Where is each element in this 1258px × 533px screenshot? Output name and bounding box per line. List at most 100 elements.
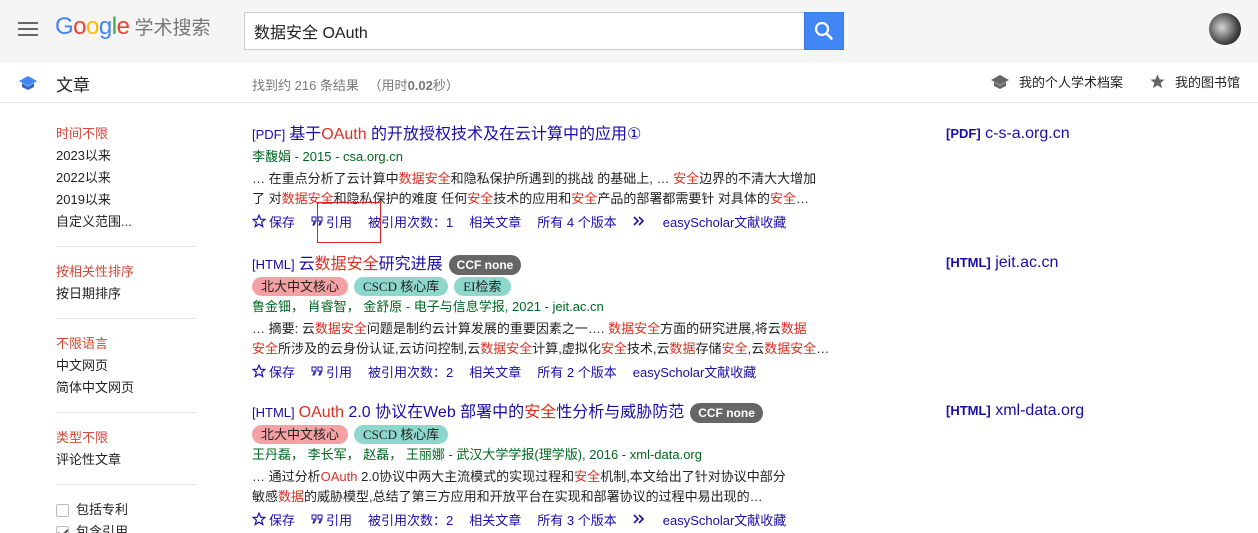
result-time-value: 0.02 bbox=[407, 78, 433, 93]
section-title: 文章 bbox=[56, 76, 90, 95]
search-button[interactable] bbox=[804, 12, 844, 50]
snippet-line: … 在重点分析了云计算中数据安全和隐私保护所遇到的挑战 的基础上, … 安全边界… bbox=[252, 171, 817, 186]
filter-any-time[interactable]: 时间不限 bbox=[56, 123, 206, 145]
sidebar-divider bbox=[56, 246, 196, 247]
save-button[interactable]: 保存 bbox=[252, 362, 295, 381]
user-avatar[interactable] bbox=[1209, 13, 1241, 45]
save-button[interactable]: 保存 bbox=[252, 212, 295, 231]
cite-button[interactable]: 引用 bbox=[311, 510, 352, 529]
result-time-close: 秒） bbox=[432, 78, 459, 93]
journal-badges: 北大中文核心 CSCD 核心库 EI检索 bbox=[252, 277, 912, 296]
result-snippet: … 通过分析OAuth 2.0协议中两大主流模式的实现过程和安全机制,本文给出了… bbox=[252, 467, 832, 507]
filter-since-2023[interactable]: 2023以来 bbox=[56, 145, 206, 167]
lang-any[interactable]: 不限语言 bbox=[56, 333, 206, 355]
sidebar-divider bbox=[56, 412, 196, 413]
time-filter-group: 时间不限 2023以来 2022以来 2019以来 自定义范围... bbox=[56, 123, 206, 233]
result-title[interactable]: [PDF] 基于OAuth 的开放授权技术及在云计算中的应用① bbox=[252, 124, 912, 146]
result-title-text[interactable]: OAuth 2.0 协议在Web 部署中的安全性分析与威胁防范 bbox=[299, 402, 685, 424]
logo-google-e: e bbox=[116, 13, 130, 40]
ccf-badge: CCF none bbox=[690, 403, 763, 423]
cited-by-link[interactable]: 被引用次数：2 bbox=[368, 510, 453, 529]
filter-since-2019[interactable]: 2019以来 bbox=[56, 189, 206, 211]
all-versions-link[interactable]: 所有 4 个版本 bbox=[537, 212, 616, 231]
badge-pku-core: 北大中文核心 bbox=[252, 425, 349, 444]
lang-simplified-chinese[interactable]: 简体中文网页 bbox=[56, 377, 206, 399]
search-input[interactable] bbox=[244, 12, 805, 50]
include-patents-label: 包括专利 bbox=[76, 502, 129, 517]
cited-by-link[interactable]: 被引用次数：2 bbox=[368, 362, 453, 381]
related-articles-link[interactable]: 相关文章 bbox=[469, 362, 521, 381]
logo-google-o1: o bbox=[73, 13, 87, 40]
snippet-line: … 摘要: 云数据安全问题是制约云计算发展的重要因素之一…. 数据安全方面的研究… bbox=[252, 321, 807, 336]
more-options-button[interactable] bbox=[633, 215, 647, 227]
star-outline-icon bbox=[252, 512, 266, 526]
result-count: 找到约 216 条结果 （用时0.02秒） bbox=[252, 75, 459, 94]
include-citations-checkbox[interactable]: 包含引用 bbox=[56, 521, 206, 533]
google-scholar-logo[interactable]: G o o g l e 学术搜索 bbox=[55, 13, 210, 45]
result-authors: 鲁金钿， 肖睿智， 金舒原 - 电子与信息学报, 2021 - jeit.ac.… bbox=[252, 299, 604, 314]
all-versions-link[interactable]: 所有 3 个版本 bbox=[537, 510, 616, 529]
badge-pku-core: 北大中文核心 bbox=[252, 277, 349, 296]
result-actions: 保存 引用 被引用次数：2 相关文章 所有 2 个版本 easyScholar文… bbox=[252, 361, 912, 381]
filter-custom-range[interactable]: 自定义范围... bbox=[56, 211, 206, 233]
full-text-link[interactable]: [HTML] jeit.ac.cn bbox=[946, 254, 1058, 272]
snippet-line: 安全所涉及的云身份认证,云访问控制,云数据安全计算,虚拟化安全技术,云数据存储安… bbox=[252, 341, 830, 356]
checkbox-unchecked[interactable] bbox=[56, 503, 69, 517]
save-button[interactable]: 保存 bbox=[252, 510, 295, 529]
type-review[interactable]: 评论性文章 bbox=[56, 449, 206, 471]
related-articles-link[interactable]: 相关文章 bbox=[469, 212, 521, 231]
easyscholar-collect-link[interactable]: easyScholar文献收藏 bbox=[663, 212, 787, 231]
badge-cscd: CSCD 核心库 bbox=[354, 277, 449, 296]
my-profile-link[interactable]: 我的个人学术档案 bbox=[990, 72, 1123, 91]
filter-since-2022[interactable]: 2022以来 bbox=[56, 167, 206, 189]
result-time-open: （用时 bbox=[368, 78, 408, 93]
checkbox-checked[interactable] bbox=[56, 525, 69, 533]
hamburger-menu-icon[interactable] bbox=[18, 22, 38, 36]
star-outline-icon bbox=[252, 214, 266, 228]
full-text-link[interactable]: [PDF] c-s-a.org.cn bbox=[946, 125, 1070, 143]
badge-cscd: CSCD 核心库 bbox=[354, 425, 449, 444]
scholar-cap-icon bbox=[19, 76, 37, 90]
result-authors: 王丹磊， 李长军， 赵磊， 王丽娜 - 武汉大学学报(理学版), 2016 - … bbox=[252, 447, 702, 462]
result-authors: 李馥娟 - 2015 - csa.org.cn bbox=[252, 149, 403, 164]
easyscholar-collect-link[interactable]: easyScholar文献收藏 bbox=[663, 510, 787, 529]
more-options-button[interactable] bbox=[633, 513, 647, 525]
quote-icon bbox=[311, 514, 323, 524]
logo-google-o2: o bbox=[86, 13, 99, 40]
cite-button[interactable]: 引用 bbox=[311, 362, 352, 381]
result-format-tag: [HTML] bbox=[252, 405, 295, 420]
sidebar-divider bbox=[56, 318, 196, 319]
journal-badges: 北大中文核心 CSCD 核心库 bbox=[252, 425, 912, 444]
full-text-link[interactable]: [HTML] xml-data.org bbox=[946, 402, 1084, 420]
result-title[interactable]: [HTML] 云数据安全研究进展 CCF none bbox=[252, 254, 912, 276]
easyscholar-collect-link[interactable]: easyScholar文献收藏 bbox=[633, 362, 757, 381]
result-format-tag: [HTML] bbox=[252, 257, 295, 272]
result-title-text[interactable]: 基于OAuth 的开放授权技术及在云计算中的应用① bbox=[289, 124, 641, 146]
result-title-text[interactable]: 云数据安全研究进展 bbox=[299, 254, 443, 276]
my-profile-label: 我的个人学术档案 bbox=[1019, 75, 1124, 90]
result-actions: 保存 引用 被引用次数：2 相关文章 所有 3 个版本 easyScholar文… bbox=[252, 509, 912, 529]
result-count-text: 找到约 216 条结果 bbox=[252, 78, 359, 93]
result-title[interactable]: [HTML] OAuth 2.0 协议在Web 部署中的安全性分析与威胁防范 C… bbox=[252, 402, 912, 424]
sort-by-date[interactable]: 按日期排序 bbox=[56, 283, 206, 305]
type-group: 类型不限 评论性文章 bbox=[56, 427, 206, 471]
double-chevron-icon bbox=[633, 514, 644, 524]
ccf-badge: CCF none bbox=[448, 255, 522, 275]
cite-highlight-box bbox=[317, 202, 381, 243]
top-bar: G o o g l e 学术搜索 bbox=[0, 0, 1258, 63]
star-outline-icon bbox=[252, 364, 266, 378]
sidebar-divider bbox=[56, 484, 196, 485]
type-any[interactable]: 类型不限 bbox=[56, 427, 206, 449]
sub-bar: 文章 找到约 216 条结果 （用时0.02秒） 我的个人学术档案 我的图书馆 bbox=[0, 63, 1258, 103]
sort-by-relevance[interactable]: 按相关性排序 bbox=[56, 261, 206, 283]
related-articles-link[interactable]: 相关文章 bbox=[469, 510, 521, 529]
search-result: [HTML] OAuth 2.0 协议在Web 部署中的安全性分析与威胁防范 C… bbox=[252, 402, 912, 529]
search-icon bbox=[814, 21, 833, 40]
all-versions-link[interactable]: 所有 2 个版本 bbox=[537, 362, 616, 381]
snippet-line: … 通过分析OAuth 2.0协议中两大主流模式的实现过程和安全机制,本文给出了… bbox=[252, 469, 786, 484]
result-snippet: … 摘要: 云数据安全问题是制约云计算发展的重要因素之一…. 数据安全方面的研究… bbox=[252, 319, 832, 359]
logo-scholar-text: 学术搜索 bbox=[134, 18, 211, 39]
lang-chinese[interactable]: 中文网页 bbox=[56, 355, 206, 377]
include-patents-checkbox[interactable]: 包括专利 bbox=[56, 499, 206, 521]
my-library-link[interactable]: 我的图书馆 bbox=[1149, 72, 1240, 91]
